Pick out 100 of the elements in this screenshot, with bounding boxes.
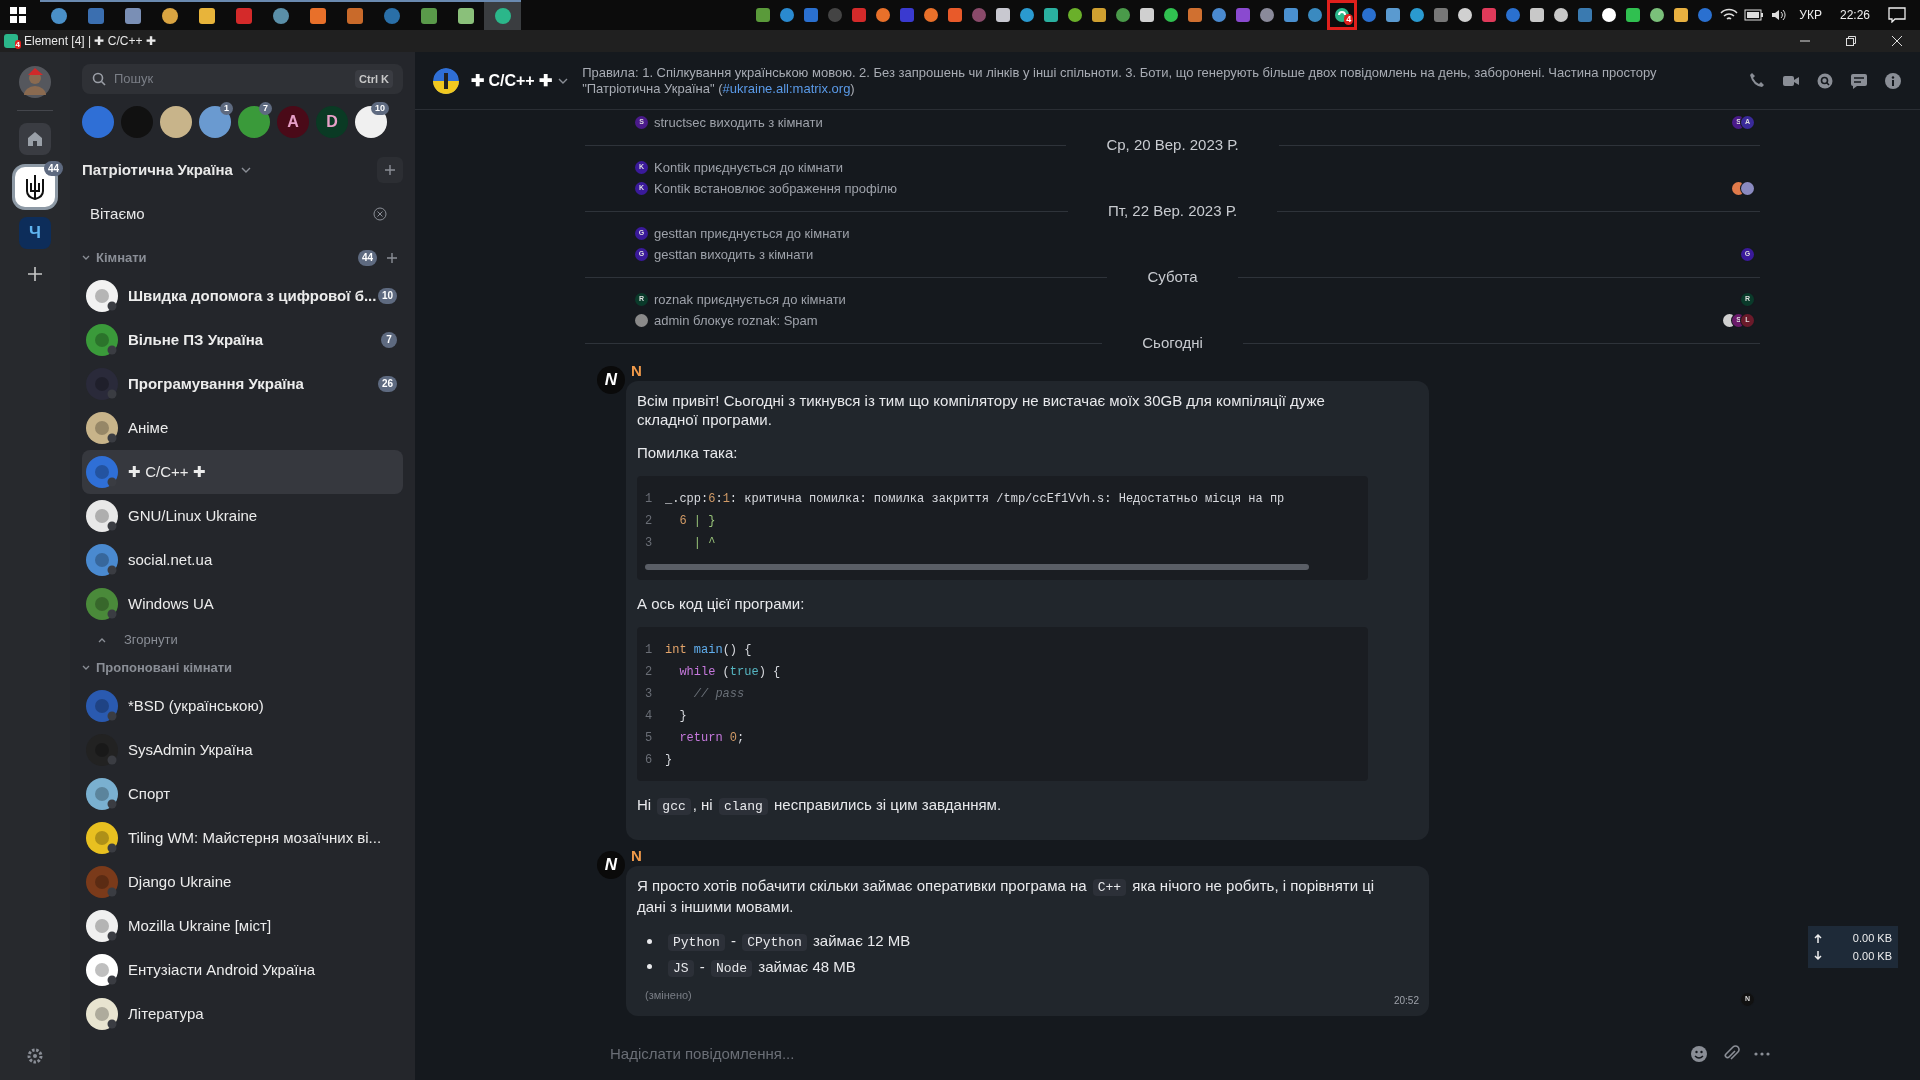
event-text: structsec виходить з кімнати [654, 113, 823, 132]
line-number: 1 [645, 642, 654, 659]
restore-icon[interactable] [1846, 36, 1856, 46]
tray-icon[interactable] [1409, 7, 1426, 23]
tray-icon[interactable] [1043, 7, 1060, 23]
search-field[interactable]: Пошук Ctrl K [82, 64, 403, 94]
volume-icon[interactable] [1770, 7, 1789, 23]
threads-icon[interactable] [1850, 71, 1868, 90]
tray-icon[interactable] [995, 7, 1012, 23]
room-topic: Правила: 1. Спілкування українською мовою. 2. Без запрошень чи лінків у інші спільноти. 3. Боти, що генерують більше двох повідомлень на день, заборонені. Частина простору "Патріотична Україна" (#ukraine.all:matrix.org) [582, 64, 1658, 97]
unread-badge: 10 [377, 288, 397, 304]
section-header[interactable]: Пропоновані кімнати [96, 658, 233, 678]
tray-icon[interactable] [1091, 7, 1108, 23]
room-item[interactable]: Ентузіасти Android Україна [82, 948, 403, 992]
event-text: gesttan виходить з кімнати [654, 245, 814, 264]
user-avatar[interactable] [19, 66, 51, 98]
tray-icon[interactable] [875, 7, 892, 23]
sender-name[interactable]: N [631, 359, 642, 383]
tray-icon[interactable] [1601, 7, 1618, 23]
horizontal-scrollbar[interactable] [645, 564, 1309, 570]
chevron-down-icon[interactable] [240, 167, 251, 173]
list-item-text: Python - CPython займає 12 MB [666, 930, 911, 953]
edited-label[interactable]: (змінено) [645, 987, 692, 1004]
notification-badge: 4 [14, 40, 21, 49]
taskbar-app[interactable] [484, 0, 521, 30]
battery-icon[interactable] [1744, 9, 1765, 21]
tray-icon[interactable] [1385, 7, 1402, 23]
chat-app-icon [4, 34, 18, 48]
tray-icon[interactable] [1457, 7, 1474, 23]
room-item[interactable]: Спорт [82, 772, 403, 816]
room-avatar[interactable]: A [277, 106, 309, 138]
room-item[interactable]: Windows UA [82, 582, 403, 626]
wifi-icon[interactable] [1720, 7, 1739, 23]
tray-icon[interactable] [755, 7, 772, 23]
welcome-item[interactable]: Вітаємо [90, 202, 145, 226]
tray-icon[interactable] [923, 7, 940, 23]
add-button[interactable] [377, 157, 403, 183]
more-options-icon[interactable] [1754, 1052, 1770, 1056]
message-text: Я просто хотів побачити скільки займає оперативки програма на C++ яка нічого не робить, і порівняти ці дані з іншими мовами. [637, 876, 1376, 916]
event-text: gesttan приєднується до кімнати [654, 224, 850, 243]
collapse-link[interactable]: Згорнути [124, 630, 178, 650]
chevron-down-icon[interactable] [558, 77, 569, 84]
room-item[interactable]: SysAdmin Україна [82, 728, 403, 772]
room-item[interactable]: Програмування Україна 26 [82, 362, 403, 406]
section-header[interactable]: Кімнати [96, 248, 147, 268]
emoji-icon[interactable] [1690, 1045, 1708, 1063]
sender-name[interactable]: N [631, 844, 642, 868]
room-item[interactable]: GNU/Linux Ukraine [82, 494, 403, 538]
room-item[interactable]: Mozilla Ukraine [міст] [82, 904, 403, 948]
message-text: Помилка така: [637, 443, 739, 462]
unread-badge: 7 [259, 102, 272, 115]
room-item[interactable]: *BSD (українською) [82, 684, 403, 728]
phone-icon[interactable] [1748, 71, 1766, 90]
search-input[interactable]: Пошук [114, 69, 356, 89]
tray-icon[interactable] [1163, 7, 1180, 23]
space-name[interactable]: Патріотична Україна [82, 158, 233, 182]
topic-link[interactable]: #ukraine.all:matrix.org [722, 80, 851, 96]
tray-icon[interactable] [1139, 7, 1156, 23]
tray-icon[interactable] [1673, 7, 1690, 23]
room-avatar[interactable] [160, 106, 192, 138]
plus-icon[interactable] [387, 253, 397, 263]
tray-icon[interactable] [1019, 7, 1036, 23]
room-item[interactable]: ✚ C/C++ ✚ [82, 450, 403, 494]
room-item[interactable]: Аніме [82, 406, 403, 450]
room-avatar[interactable] [82, 106, 114, 138]
windows-icon[interactable] [10, 7, 26, 23]
code-line: while (true) { [678, 664, 781, 681]
chevron-down-icon[interactable] [82, 664, 90, 672]
date-separator: Сьогодні [1141, 332, 1204, 353]
room-item[interactable]: Tiling WM: Майстерня мозаїчних ві... [82, 816, 403, 860]
code-line: _.cpp:6:1: критична помилка: помилка закриття /tmp/ccEf1Vvh.s: Недостатньо місця на пр [665, 491, 1285, 508]
tray-icon[interactable] [1529, 7, 1546, 23]
tray-icon[interactable] [1067, 7, 1084, 23]
tray-icon[interactable] [1625, 7, 1642, 23]
room-name[interactable]: ✚ C/C++ ✚ [471, 68, 553, 93]
line-number: 3 [645, 535, 654, 552]
space-tile[interactable]: Ч [19, 217, 51, 249]
tray-icon[interactable] [1649, 7, 1666, 23]
chevron-up-icon[interactable] [98, 637, 106, 643]
tray-icon[interactable] [1283, 7, 1300, 23]
room-item[interactable]: Література [82, 992, 403, 1036]
message-composer[interactable]: Надіслати повідомлення... [610, 1042, 1678, 1066]
download-arrow-icon [1814, 951, 1822, 961]
room-item[interactable]: social.net.ua [82, 538, 403, 582]
line-number: 5 [645, 730, 654, 747]
info-icon[interactable] [1884, 71, 1902, 90]
settings-icon[interactable] [27, 1048, 43, 1064]
search-icon[interactable] [1816, 71, 1834, 90]
language-indicator[interactable]: УКР [1799, 6, 1822, 24]
room-item[interactable]: Django Ukraine [82, 860, 403, 904]
room-avatar[interactable]: D [316, 106, 348, 138]
notifications-icon[interactable] [1888, 7, 1906, 23]
clock[interactable]: 22:26 [1839, 6, 1870, 24]
tray-icon[interactable] [1553, 7, 1570, 23]
tray-icon[interactable] [1259, 7, 1276, 23]
chevron-down-icon[interactable] [82, 254, 90, 262]
home-button[interactable] [19, 123, 51, 155]
room-item[interactable]: Вільне ПЗ Україна 7 [82, 318, 403, 362]
add-space-icon[interactable] [28, 267, 42, 281]
room-item[interactable]: Швидка допомога з цифрової б... 10 [82, 274, 403, 318]
